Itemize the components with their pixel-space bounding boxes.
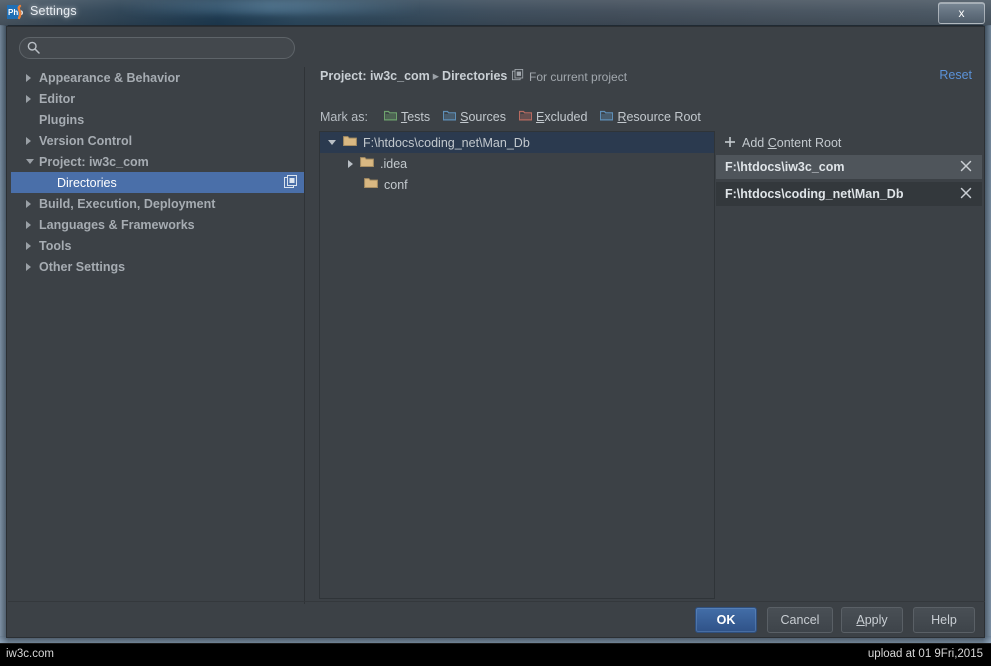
sidebar-item-languages-frameworks[interactable]: Languages & Frameworks xyxy=(11,214,304,235)
chevron-right-icon[interactable] xyxy=(26,200,31,208)
search-box[interactable] xyxy=(19,37,295,59)
sidebar-item-label: Other Settings xyxy=(39,259,126,274)
project-scope-icon xyxy=(512,69,524,84)
settings-window: Php Settings x Appearance & Behavior Edi… xyxy=(0,0,991,644)
mark-as-excluded-button[interactable]: Excluded xyxy=(518,110,588,124)
tree-row-label: conf xyxy=(384,177,408,192)
add-content-root-label: Add Content Root xyxy=(742,136,842,150)
sidebar-item-label: Project: iw3c_com xyxy=(39,154,149,169)
sidebar-item-label: Appearance & Behavior xyxy=(39,70,181,85)
window-titlebar: Php Settings x xyxy=(0,0,991,26)
tree-row-label: F:\htdocs\coding_net\Man_Db xyxy=(363,135,530,150)
tree-row[interactable]: conf xyxy=(320,174,714,195)
close-icon[interactable] xyxy=(959,159,973,173)
close-icon[interactable] xyxy=(959,186,973,200)
sidebar-item-build-execution-deployment[interactable]: Build, Execution, Deployment xyxy=(11,193,304,214)
tree-row-label: .idea xyxy=(380,156,408,171)
help-button[interactable]: Help xyxy=(913,607,975,633)
titlebar-glow xyxy=(120,0,420,14)
content-root-path: F:\htdocs\iw3c_com xyxy=(725,160,845,174)
dialog-button-bar: OK Cancel Apply Help xyxy=(8,601,985,636)
desktop-backdrop: Php Settings x Appearance & Behavior Edi… xyxy=(0,0,991,666)
chevron-right-icon[interactable] xyxy=(26,137,31,145)
content-root-row[interactable]: F:\htdocs\iw3c_com xyxy=(716,155,982,179)
folder-icon-red xyxy=(518,110,533,124)
close-button[interactable]: x xyxy=(938,2,985,24)
chevron-right-icon[interactable] xyxy=(26,263,31,271)
search-input[interactable] xyxy=(45,39,285,56)
cancel-button[interactable]: Cancel xyxy=(767,607,833,633)
sidebar-item-directories[interactable]: Directories xyxy=(11,172,304,193)
close-button-label: x xyxy=(958,6,965,20)
scope-note: For current project xyxy=(512,69,627,84)
cancel-button-label: Cancel xyxy=(780,613,820,627)
phpstorm-icon: Php xyxy=(7,4,24,21)
mark-as-resource-root-button[interactable]: Resource Root xyxy=(600,110,701,124)
directories-panel: Project: iw3c_com ▸ Directories For curren… xyxy=(305,57,982,604)
folder-icon-green xyxy=(383,110,398,124)
tree-row[interactable]: .idea xyxy=(320,153,714,174)
content-root-row[interactable]: F:\htdocs\coding_net\Man_Db xyxy=(716,182,982,206)
chevron-down-icon[interactable] xyxy=(26,159,34,164)
sidebar-item-tools[interactable]: Tools xyxy=(11,235,304,256)
apply-button-label: Apply xyxy=(856,613,888,627)
sidebar-item-version-control[interactable]: Version Control xyxy=(11,130,304,151)
reset-link[interactable]: Reset xyxy=(939,68,972,82)
sidebar-item-label: Editor xyxy=(39,91,76,106)
chevron-right-icon[interactable] xyxy=(26,242,31,250)
mark-as-tests-label: Tests xyxy=(400,110,431,124)
mark-as-excluded-label: Excluded xyxy=(536,110,588,124)
chevron-right-icon[interactable] xyxy=(26,95,31,103)
sidebar-item-label: Build, Execution, Deployment xyxy=(39,196,216,211)
folder-icon-blue xyxy=(600,110,614,124)
chevron-right-icon[interactable] xyxy=(26,221,31,229)
footer-upload-label: upload at 01 9Fri,2015 xyxy=(867,648,983,660)
mark-as-sources-button[interactable]: Sources xyxy=(442,110,506,124)
chevron-down-icon[interactable] xyxy=(328,140,336,145)
footer-site-label: iw3c.com xyxy=(6,648,54,660)
mark-as-resource-root-label: Resource Root xyxy=(617,110,701,124)
mark-as-tests-button[interactable]: Tests xyxy=(383,110,431,124)
breadcrumb-separator: ▸ xyxy=(432,69,440,83)
apply-button[interactable]: Apply xyxy=(841,607,903,633)
plus-icon xyxy=(724,136,736,151)
project-scope-icon xyxy=(284,175,298,192)
sidebar-item-label: Version Control xyxy=(39,133,133,148)
chevron-right-icon[interactable] xyxy=(348,159,353,168)
add-content-root-button[interactable]: Add Content Root xyxy=(716,131,982,155)
folder-icon-blue xyxy=(442,110,457,124)
window-title: Settings xyxy=(30,4,77,18)
sidebar-item-label: Directories xyxy=(57,175,117,190)
sidebar-item-label: Languages & Frameworks xyxy=(39,217,195,232)
sidebar-item-other-settings[interactable]: Other Settings xyxy=(11,256,304,277)
directory-tree[interactable]: F:\htdocs\coding_net\Man_Db .idea conf xyxy=(319,131,715,599)
page-footer: iw3c.com upload at 01 9Fri,2015 xyxy=(0,643,991,666)
search-icon xyxy=(27,41,40,59)
content-root-path: F:\htdocs\coding_net\Man_Db xyxy=(725,187,904,201)
sidebar-item-label: Plugins xyxy=(39,112,85,127)
folder-icon-tan xyxy=(364,177,378,192)
help-button-label: Help xyxy=(931,613,957,627)
breadcrumb: Project: iw3c_com ▸ Directories xyxy=(320,68,507,83)
folder-icon-tan xyxy=(360,156,374,171)
ok-button[interactable]: OK xyxy=(695,607,757,633)
settings-dialog: Appearance & Behavior Editor Plugins Ver… xyxy=(6,26,985,638)
content-roots-panel: Add Content Root F:\htdocs\iw3c_com F:\h xyxy=(716,131,982,599)
sidebar-item-editor[interactable]: Editor xyxy=(11,88,304,109)
ok-button-label: OK xyxy=(716,613,736,627)
sidebar-item-project[interactable]: Project: iw3c_com xyxy=(11,151,304,172)
breadcrumb-leaf: Directories xyxy=(442,69,508,83)
folder-icon-tan xyxy=(343,135,357,150)
sidebar-item-label: Tools xyxy=(39,238,72,253)
chevron-right-icon[interactable] xyxy=(26,74,31,82)
sidebar-item-appearance-behavior[interactable]: Appearance & Behavior xyxy=(11,67,304,88)
tree-row[interactable]: F:\htdocs\coding_net\Man_Db xyxy=(320,132,714,153)
sidebar-item-plugins[interactable]: Plugins xyxy=(11,109,304,130)
breadcrumb-root[interactable]: Project: iw3c_com xyxy=(320,69,430,83)
settings-category-tree[interactable]: Appearance & Behavior Editor Plugins Ver… xyxy=(11,67,305,604)
scope-note-label: For current project xyxy=(529,69,628,84)
mark-as-toolbar: Mark as: Tests Sources Excluded Resource… xyxy=(320,107,714,127)
mark-as-label: Mark as: xyxy=(320,110,368,124)
mark-as-sources-label: Sources xyxy=(460,110,506,124)
